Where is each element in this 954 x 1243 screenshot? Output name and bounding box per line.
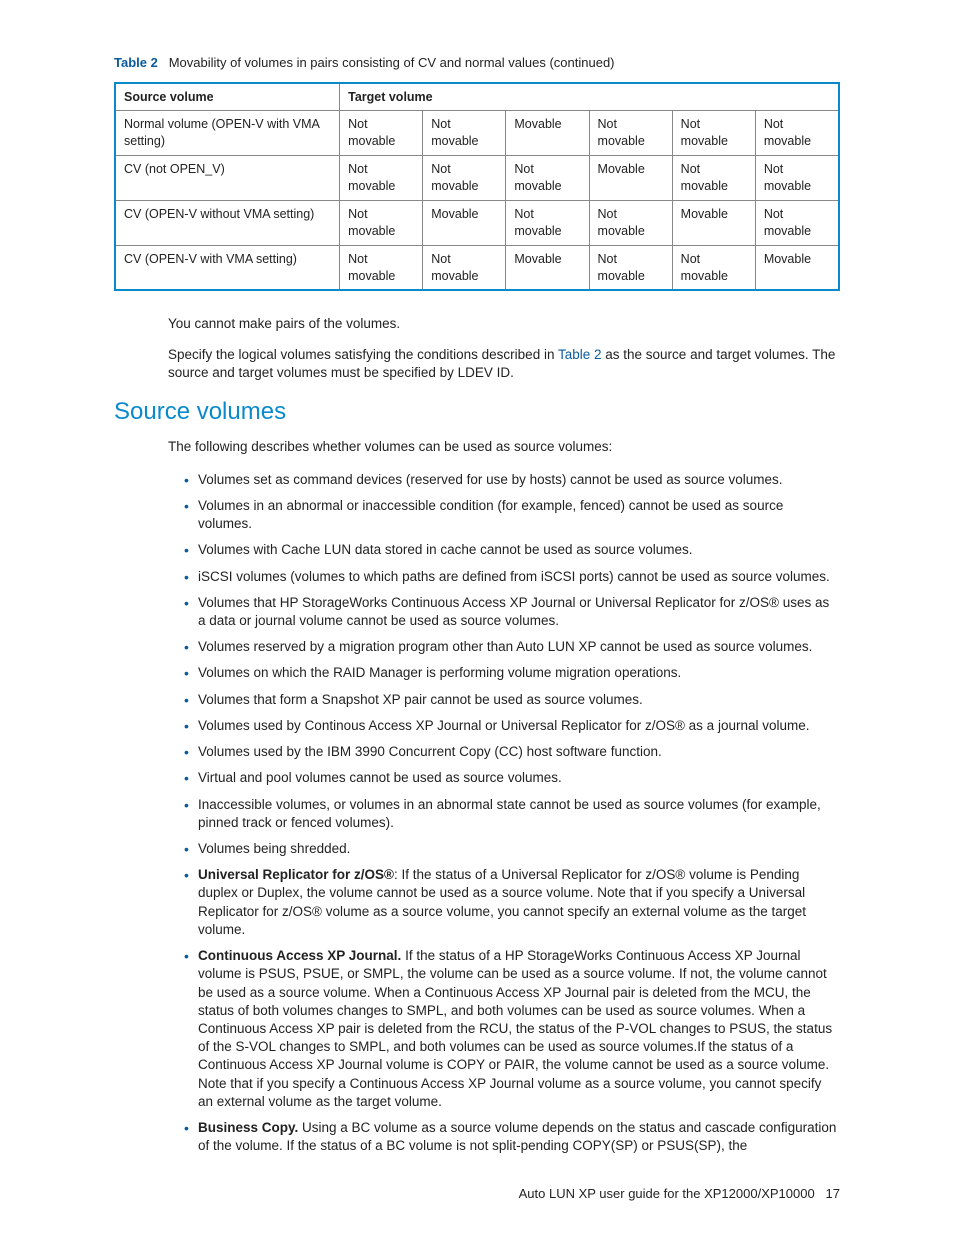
body-paragraphs: You cannot make pairs of the volumes. Sp… (168, 315, 840, 382)
table-row: CV (not OPEN_V)Not movableNot movableNot… (115, 156, 839, 201)
table-caption-text: Movability of volumes in pairs consistin… (169, 55, 615, 70)
table-cell: Not movable (340, 200, 423, 245)
table-cell: Not movable (672, 245, 755, 290)
list-item: Volumes reserved by a migration program … (184, 638, 840, 656)
list-item: Volumes that form a Snapshot XP pair can… (184, 691, 840, 709)
list-item-text: Volumes used by Continous Access XP Jour… (198, 718, 810, 733)
table-cell: Not movable (506, 156, 589, 201)
table-cell: Not movable (423, 245, 506, 290)
page-footer: Auto LUN XP user guide for the XP12000/X… (114, 1185, 840, 1203)
list-item-text: Volumes in an abnormal or inaccessible c… (198, 498, 783, 531)
list-item-text: Volumes being shredded. (198, 841, 350, 856)
list-item: Universal Replicator for z/OS®: If the s… (184, 866, 840, 939)
page-number: 17 (826, 1186, 840, 1201)
list-item-text: Inaccessible volumes, or volumes in an a… (198, 797, 821, 830)
list-item: Volumes with Cache LUN data stored in ca… (184, 541, 840, 559)
table-cell: Not movable (423, 111, 506, 156)
list-item-text: iSCSI volumes (volumes to which paths ar… (198, 569, 830, 584)
col-header-target: Target volume (340, 83, 839, 111)
list-item-text: Volumes that HP StorageWorks Continuous … (198, 595, 829, 628)
bullet-list: Volumes set as command devices (reserved… (184, 471, 840, 1156)
table-cell: CV (not OPEN_V) (115, 156, 340, 201)
table-cell: Not movable (506, 200, 589, 245)
list-item-text: Volumes reserved by a migration program … (198, 639, 812, 654)
list-item: Volumes used by the IBM 3990 Concurrent … (184, 743, 840, 761)
table-cell: Normal volume (OPEN-V with VMA setting) (115, 111, 340, 156)
table-cell: Not movable (589, 111, 672, 156)
list-item: iSCSI volumes (volumes to which paths ar… (184, 568, 840, 586)
table-cell: Movable (589, 156, 672, 201)
list-item-text: Virtual and pool volumes cannot be used … (198, 770, 562, 785)
list-item-bold: Universal Replicator for z/OS® (198, 867, 394, 882)
table-caption: Table 2 Movability of volumes in pairs c… (114, 54, 840, 72)
list-item: Business Copy. Using a BC volume as a so… (184, 1119, 840, 1155)
table-cell: Not movable (340, 156, 423, 201)
table-cell: Not movable (755, 200, 839, 245)
table-cell: Not movable (340, 111, 423, 156)
footer-title: Auto LUN XP user guide for the XP12000/X… (519, 1186, 815, 1201)
table-cell: CV (OPEN-V with VMA setting) (115, 245, 340, 290)
list-item-text: Volumes on which the RAID Manager is per… (198, 665, 681, 680)
table-cell: Not movable (672, 111, 755, 156)
list-item-bold: Business Copy. (198, 1120, 298, 1135)
table-2-link[interactable]: Table 2 (558, 347, 602, 362)
paragraph: The following describes whether volumes … (168, 438, 840, 456)
list-item-text: Volumes set as command devices (reserved… (198, 472, 783, 487)
table-cell: Not movable (589, 200, 672, 245)
movability-table: Source volume Target volume Normal volum… (114, 82, 840, 292)
list-item-text: If the status of a HP StorageWorks Conti… (198, 948, 832, 1109)
table-cell: Not movable (423, 156, 506, 201)
list-item: Volumes set as command devices (reserved… (184, 471, 840, 489)
table-row: CV (OPEN-V without VMA setting)Not movab… (115, 200, 839, 245)
table-cell: Movable (755, 245, 839, 290)
list-item: Volumes that HP StorageWorks Continuous … (184, 594, 840, 630)
list-item: Inaccessible volumes, or volumes in an a… (184, 796, 840, 832)
list-item: Virtual and pool volumes cannot be used … (184, 769, 840, 787)
list-item-text: Volumes used by the IBM 3990 Concurrent … (198, 744, 662, 759)
table-label: Table 2 (114, 55, 158, 70)
table-cell: CV (OPEN-V without VMA setting) (115, 200, 340, 245)
table-cell: Movable (672, 200, 755, 245)
table-row: CV (OPEN-V with VMA setting)Not movableN… (115, 245, 839, 290)
list-item: Continuous Access XP Journal. If the sta… (184, 947, 840, 1111)
list-item: Volumes on which the RAID Manager is per… (184, 664, 840, 682)
table-cell: Not movable (755, 156, 839, 201)
table-cell: Not movable (589, 245, 672, 290)
table-cell: Movable (423, 200, 506, 245)
table-cell: Movable (506, 245, 589, 290)
list-item: Volumes in an abnormal or inaccessible c… (184, 497, 840, 533)
table-row: Normal volume (OPEN-V with VMA setting)N… (115, 111, 839, 156)
section-intro: The following describes whether volumes … (168, 438, 840, 456)
list-item: Volumes being shredded. (184, 840, 840, 858)
table-cell: Movable (506, 111, 589, 156)
list-item-text: Volumes that form a Snapshot XP pair can… (198, 692, 643, 707)
paragraph: Specify the logical volumes satisfying t… (168, 346, 840, 382)
table-cell: Not movable (340, 245, 423, 290)
list-item-bold: Continuous Access XP Journal. (198, 948, 401, 963)
paragraph: You cannot make pairs of the volumes. (168, 315, 840, 333)
col-header-source: Source volume (115, 83, 340, 111)
table-cell: Not movable (755, 111, 839, 156)
section-heading-source-volumes: Source volumes (114, 396, 840, 428)
table-cell: Not movable (672, 156, 755, 201)
list-item: Volumes used by Continous Access XP Jour… (184, 717, 840, 735)
list-item-text: Volumes with Cache LUN data stored in ca… (198, 542, 693, 557)
